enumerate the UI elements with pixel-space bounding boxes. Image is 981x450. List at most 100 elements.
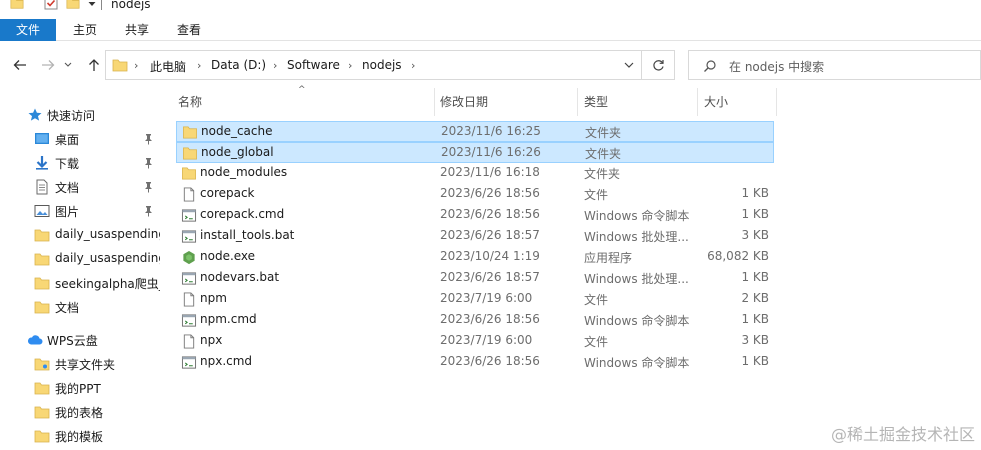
file-size: 1 KB — [741, 270, 769, 284]
sidebar-item-downloads[interactable]: 下载 — [0, 151, 162, 175]
pin-icon[interactable] — [143, 181, 154, 193]
breadcrumb-separator-icon[interactable]: › — [273, 59, 277, 72]
sidebar-item-documents[interactable]: 文档 — [0, 175, 162, 199]
sidebar-item-label: 文档 — [55, 181, 80, 195]
folder-icon — [34, 406, 50, 419]
tab-home[interactable]: 主页 — [64, 19, 106, 41]
sidebar-item-label: daily_usaspending — [55, 251, 160, 265]
file-row[interactable]: npx.cmd 2023/6/26 18:56 Windows 命令脚本 1 KB — [176, 352, 774, 373]
column-divider[interactable] — [434, 88, 435, 116]
file-row[interactable]: node_global 2023/11/6 16:26 文件夹 — [176, 142, 774, 163]
sidebar-item-my-templates[interactable]: 我的模板 — [0, 424, 162, 448]
file-modified-date: 2023/11/6 16:26 — [441, 145, 541, 159]
pin-icon[interactable] — [143, 157, 154, 169]
properties-check-icon[interactable] — [44, 0, 58, 10]
tab-view[interactable]: 查看 — [168, 19, 210, 41]
sidebar-item-folder[interactable]: daily_usaspending — [0, 247, 162, 271]
sidebar-item-my-ppt[interactable]: 我的PPT — [0, 376, 162, 400]
file-row[interactable]: npm 2023/7/19 6:00 文件 2 KB — [176, 289, 774, 310]
sidebar-item-label: 我的表格 — [55, 406, 104, 420]
folder-icon — [34, 382, 50, 395]
sidebar-item-my-sheets[interactable]: 我的表格 — [0, 400, 162, 424]
search-placeholder: 在 nodejs 中搜索 — [729, 60, 825, 74]
search-input[interactable]: 在 nodejs 中搜索 — [688, 50, 981, 80]
column-header-date[interactable]: 修改日期 — [440, 88, 570, 118]
sidebar-item-folder[interactable]: 文档 — [0, 295, 162, 319]
file-type: Windows 命令脚本 — [584, 209, 690, 223]
file-type: 应用程序 — [584, 251, 633, 265]
breadcrumb-this-pc[interactable]: 此电脑 — [150, 58, 186, 75]
column-divider[interactable] — [697, 88, 698, 116]
pin-icon[interactable] — [143, 205, 154, 217]
arrow-right-icon — [42, 60, 55, 70]
sidebar-item-wps-cloud[interactable]: WPS云盘 — [0, 328, 162, 352]
file-type: Windows 命令脚本 — [584, 356, 690, 370]
file-row[interactable]: node_modules 2023/11/6 16:18 文件夹 — [176, 163, 774, 184]
sidebar-item-folder[interactable]: seekingalpha爬虫_ — [0, 271, 162, 295]
breadcrumb-data-drive[interactable]: Data (D:) — [211, 58, 266, 72]
file-type: 文件 — [584, 293, 609, 307]
forward-button[interactable] — [38, 55, 58, 75]
back-button[interactable] — [10, 55, 30, 75]
column-header-name[interactable]: 名称 — [178, 88, 428, 118]
file-name: node_global — [201, 145, 274, 159]
breadcrumb-separator-icon[interactable]: › — [348, 59, 352, 72]
breadcrumb-separator-icon[interactable]: › — [134, 59, 138, 72]
tab-file[interactable]: 文件 — [0, 19, 56, 41]
folder-icon — [183, 147, 197, 160]
tab-share[interactable]: 共享 — [116, 19, 158, 41]
column-header-type[interactable]: 类型 — [584, 88, 694, 118]
file-size: 1 KB — [741, 207, 769, 221]
sidebar-item-quick-access[interactable]: 快速访问 — [0, 103, 162, 127]
refresh-button[interactable] — [642, 50, 675, 80]
file-row[interactable]: node_cache 2023/11/6 16:25 文件夹 — [176, 121, 774, 142]
sidebar-item-folder[interactable]: daily_usaspending — [0, 223, 162, 247]
sidebar-item-pictures[interactable]: 图片 — [0, 199, 162, 223]
file-size: 3 KB — [741, 228, 769, 242]
chevron-down-icon — [64, 62, 72, 67]
file-modified-date: 2023/11/6 16:25 — [441, 124, 541, 138]
file-row[interactable]: install_tools.bat 2023/6/26 18:57 Windows … — [176, 226, 774, 247]
folder-icon — [182, 167, 196, 180]
breadcrumb-software[interactable]: Software — [287, 58, 340, 72]
file-row[interactable]: corepack 2023/6/26 18:56 文件 1 KB — [176, 184, 774, 205]
column-divider[interactable] — [577, 88, 578, 116]
file-size: 1 KB — [741, 354, 769, 368]
pictures-icon — [34, 205, 50, 217]
file-row[interactable]: corepack.cmd 2023/6/26 18:56 Windows 命令脚本 1… — [176, 205, 774, 226]
documents-icon — [36, 179, 48, 195]
file-size: 3 KB — [741, 333, 769, 347]
file-type: 文件 — [584, 188, 609, 202]
new-folder-icon[interactable] — [66, 0, 80, 10]
sidebar-item-label: 图片 — [55, 205, 80, 219]
file-row[interactable]: npx 2023/7/19 6:00 文件 3 KB — [176, 331, 774, 352]
folder-icon — [34, 253, 50, 266]
folder-icon[interactable] — [10, 0, 24, 10]
file-icon — [183, 187, 195, 202]
script-icon — [181, 314, 197, 327]
pin-icon[interactable] — [143, 133, 154, 145]
customize-toolbar-icon[interactable] — [87, 0, 97, 10]
sidebar-item-shared-folder[interactable]: 共享文件夹 — [0, 352, 162, 376]
chevron-down-icon[interactable] — [623, 59, 635, 71]
file-name: npm — [200, 291, 227, 305]
sidebar-item-label: 文档 — [55, 301, 80, 315]
column-divider[interactable] — [776, 88, 777, 116]
file-row[interactable]: nodevars.bat 2023/6/26 18:57 Windows 批处理..… — [176, 268, 774, 289]
breadcrumb-separator-icon[interactable]: › — [411, 59, 415, 72]
breadcrumb-separator-icon[interactable]: › — [197, 59, 201, 72]
address-bar[interactable]: › 此电脑 › Data (D:) › Software › nodejs › — [105, 50, 642, 80]
breadcrumb-nodejs[interactable]: nodejs — [362, 58, 402, 72]
file-type: 文件夹 — [584, 167, 621, 181]
file-modified-date: 2023/6/26 18:57 — [440, 270, 540, 284]
script-icon — [181, 272, 197, 285]
file-size: 68,082 KB — [707, 249, 769, 263]
file-modified-date: 2023/6/26 18:57 — [440, 228, 540, 242]
recent-locations-button[interactable] — [62, 55, 74, 75]
column-header-size[interactable]: 大小 — [704, 88, 774, 118]
sidebar-item-desktop[interactable]: 桌面 — [0, 127, 162, 151]
file-row[interactable]: npm.cmd 2023/6/26 18:56 Windows 命令脚本 1 KB — [176, 310, 774, 331]
up-button[interactable] — [84, 55, 104, 75]
star-icon — [28, 108, 42, 121]
file-row[interactable]: node.exe 2023/10/24 1:19 应用程序 68,082 KB — [176, 247, 774, 268]
